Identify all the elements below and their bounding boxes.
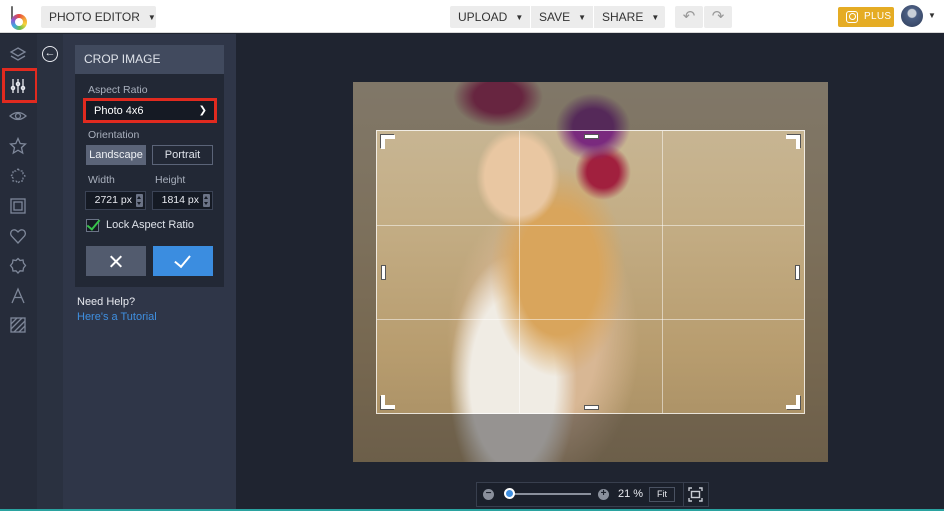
save-button[interactable]: SAVE ▼ bbox=[531, 6, 593, 28]
text-icon[interactable] bbox=[7, 285, 29, 307]
zoom-percent: 21 % bbox=[618, 488, 644, 500]
upload-button[interactable]: UPLOAD ▼ bbox=[450, 6, 530, 28]
plus-badge-icon bbox=[846, 11, 858, 23]
landscape-toggle[interactable]: Landscape bbox=[86, 145, 146, 165]
zoom-slider-thumb[interactable] bbox=[504, 488, 516, 499]
fit-button[interactable]: Fit bbox=[649, 487, 675, 502]
divider bbox=[683, 483, 684, 506]
zoom-bar: − + 21 % Fit bbox=[476, 482, 709, 507]
undo-icon: ↶ bbox=[682, 8, 696, 25]
undo-button[interactable]: ↶ bbox=[675, 6, 703, 28]
photo-editor-label: PHOTO EDITOR bbox=[49, 10, 140, 24]
user-avatar[interactable] bbox=[901, 5, 923, 27]
grid-line bbox=[377, 318, 804, 320]
zoom-slider[interactable] bbox=[505, 493, 591, 495]
caret-down-icon: ▼ bbox=[578, 13, 587, 22]
zoom-out-icon[interactable]: − bbox=[483, 489, 494, 500]
caret-down-icon: ▼ bbox=[147, 13, 156, 22]
crop-shade-bottom bbox=[353, 414, 828, 462]
aspect-ratio-label: Aspect Ratio bbox=[88, 84, 148, 96]
plus-upgrade-button[interactable]: PLUS bbox=[838, 7, 894, 27]
crop-image-panel: CROP IMAGE Aspect Ratio Photo 4x6 ❯ Orie… bbox=[75, 45, 224, 287]
lock-aspect-checkbox[interactable] bbox=[86, 219, 99, 232]
photo-editor-menu[interactable]: PHOTO EDITOR ▼ bbox=[41, 6, 156, 28]
crop-shade-right bbox=[805, 130, 828, 414]
crop-shade-top bbox=[353, 82, 828, 130]
zoom-in-icon[interactable]: + bbox=[598, 489, 609, 500]
active-tool-highlight bbox=[2, 68, 38, 103]
frames-icon[interactable] bbox=[7, 195, 29, 217]
upload-label: UPLOAD bbox=[458, 10, 508, 24]
back-arrow-icon[interactable]: ← bbox=[42, 46, 58, 62]
tutorial-link[interactable]: Here's a Tutorial bbox=[77, 311, 157, 323]
crop-shade-left bbox=[353, 130, 376, 414]
height-value: 1814 px bbox=[161, 194, 199, 206]
portrait-toggle[interactable]: Portrait bbox=[152, 145, 213, 165]
crop-handle-left[interactable] bbox=[381, 265, 386, 280]
apply-crop-button[interactable] bbox=[153, 246, 213, 276]
redo-icon: ↷ bbox=[711, 8, 725, 25]
crop-handle-bottom-left[interactable] bbox=[381, 395, 395, 409]
height-stepper[interactable] bbox=[203, 194, 210, 207]
plus-label: PLUS bbox=[864, 11, 892, 22]
touch-up-icon[interactable] bbox=[7, 165, 29, 187]
share-button[interactable]: SHARE ▼ bbox=[594, 6, 665, 28]
share-label: SHARE bbox=[602, 10, 644, 24]
crop-selection[interactable] bbox=[376, 130, 805, 414]
app-logo[interactable] bbox=[9, 6, 29, 30]
height-input[interactable]: 1814 px bbox=[152, 191, 213, 210]
crop-handle-bottom-right[interactable] bbox=[786, 395, 800, 409]
eye-effects-icon[interactable] bbox=[7, 105, 29, 127]
overlay-badge-icon[interactable] bbox=[7, 255, 29, 277]
account-caret-icon[interactable]: ▼ bbox=[928, 11, 936, 20]
heart-icon[interactable] bbox=[7, 225, 29, 247]
layers-icon[interactable] bbox=[7, 44, 29, 66]
top-bar: PHOTO EDITOR ▼ UPLOAD ▼ SAVE ▼ SHARE ▼ ↶ ↷ P… bbox=[0, 0, 944, 33]
crop-handle-bottom[interactable] bbox=[584, 405, 599, 410]
panel-title: CROP IMAGE bbox=[75, 45, 224, 74]
star-icon[interactable] bbox=[7, 135, 29, 157]
caret-down-icon: ▼ bbox=[515, 13, 524, 22]
redo-button[interactable]: ↷ bbox=[704, 6, 732, 28]
crop-handle-top-left[interactable] bbox=[381, 135, 395, 149]
crop-handle-right[interactable] bbox=[795, 265, 800, 280]
panel-gutter bbox=[37, 34, 63, 511]
grid-line bbox=[377, 224, 804, 226]
lock-aspect-label[interactable]: Lock Aspect Ratio bbox=[106, 219, 194, 231]
crop-handle-top-right[interactable] bbox=[786, 135, 800, 149]
grid-line bbox=[519, 131, 521, 413]
save-label: SAVE bbox=[539, 10, 571, 24]
width-stepper[interactable] bbox=[136, 194, 143, 207]
height-label: Height bbox=[155, 174, 186, 186]
need-help-label: Need Help? bbox=[77, 296, 136, 308]
logo-ring bbox=[11, 14, 27, 30]
tool-rail bbox=[0, 34, 37, 511]
aspect-select-highlight bbox=[83, 98, 217, 123]
cancel-crop-button[interactable] bbox=[86, 246, 146, 276]
width-label: Width bbox=[88, 174, 115, 186]
crop-handle-top[interactable] bbox=[584, 134, 599, 139]
caret-down-icon: ▼ bbox=[651, 13, 660, 22]
orientation-label: Orientation bbox=[88, 129, 140, 141]
fullscreen-icon[interactable] bbox=[688, 487, 703, 502]
width-value: 2721 px bbox=[94, 194, 132, 206]
textures-icon[interactable] bbox=[7, 314, 29, 336]
width-input[interactable]: 2721 px bbox=[85, 191, 146, 210]
grid-line bbox=[661, 131, 663, 413]
